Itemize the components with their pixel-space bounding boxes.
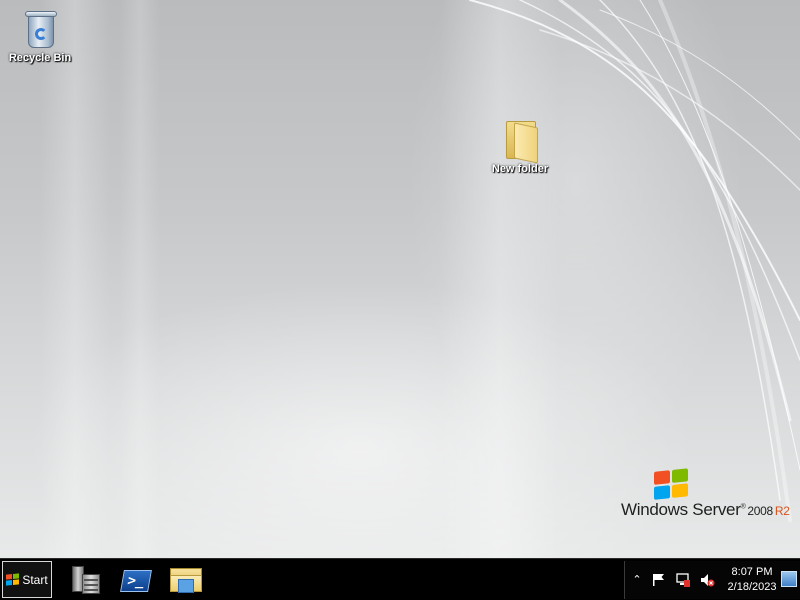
windows-flag-icon — [654, 468, 690, 502]
taskbar-server-manager[interactable] — [68, 562, 104, 598]
clock-time: 8:07 PM — [731, 566, 773, 578]
start-button[interactable]: Start — [2, 561, 52, 598]
clock-date: 2/18/2023 — [727, 581, 777, 593]
show-hidden-icons-button[interactable]: ⌃ — [629, 572, 645, 588]
folder-icon — [500, 117, 540, 164]
desktop[interactable]: Recycle Bin New folder Windows Server® 20… — [0, 0, 800, 560]
show-desktop-button[interactable] — [781, 571, 797, 587]
new-folder-label: New folder — [491, 163, 549, 175]
recycle-bin-desktop-icon[interactable]: Recycle Bin — [0, 6, 80, 64]
windows-server-logo: Windows Server® 2008 R2 — [620, 468, 790, 520]
network-icon[interactable] — [675, 572, 691, 588]
brand-product: Windows Server — [621, 500, 741, 519]
wallpaper-streak — [440, 0, 560, 560]
start-label: Start — [22, 572, 48, 587]
windows-flag-icon — [6, 572, 20, 586]
powershell-icon: >_ — [120, 570, 152, 592]
brand-version: 2008 — [747, 504, 773, 518]
taskbar: Start >_ ⌃ 8:07 PM 2/18/2023 — [0, 558, 800, 600]
brand-text: Windows Server® 2008 R2 — [621, 500, 790, 520]
clock[interactable]: 8:07 PM 2/18/2023 — [723, 565, 781, 595]
volume-muted-icon[interactable] — [699, 572, 715, 588]
recycle-bin-label: Recycle Bin — [8, 52, 72, 64]
brand-trademark: ® — [740, 503, 746, 511]
recycle-bin-icon — [20, 6, 60, 50]
brand-edition: R2 — [774, 504, 790, 518]
wallpaper-streak — [120, 0, 160, 560]
wallpaper-streak — [40, 0, 110, 560]
taskbar-powershell[interactable]: >_ — [117, 562, 153, 598]
taskbar-explorer[interactable] — [167, 562, 203, 598]
notification-area: ⌃ 8:07 PM 2/18/2023 — [624, 561, 800, 599]
action-center-flag-icon[interactable] — [651, 572, 667, 588]
new-folder-desktop-icon[interactable]: New folder — [480, 117, 560, 175]
